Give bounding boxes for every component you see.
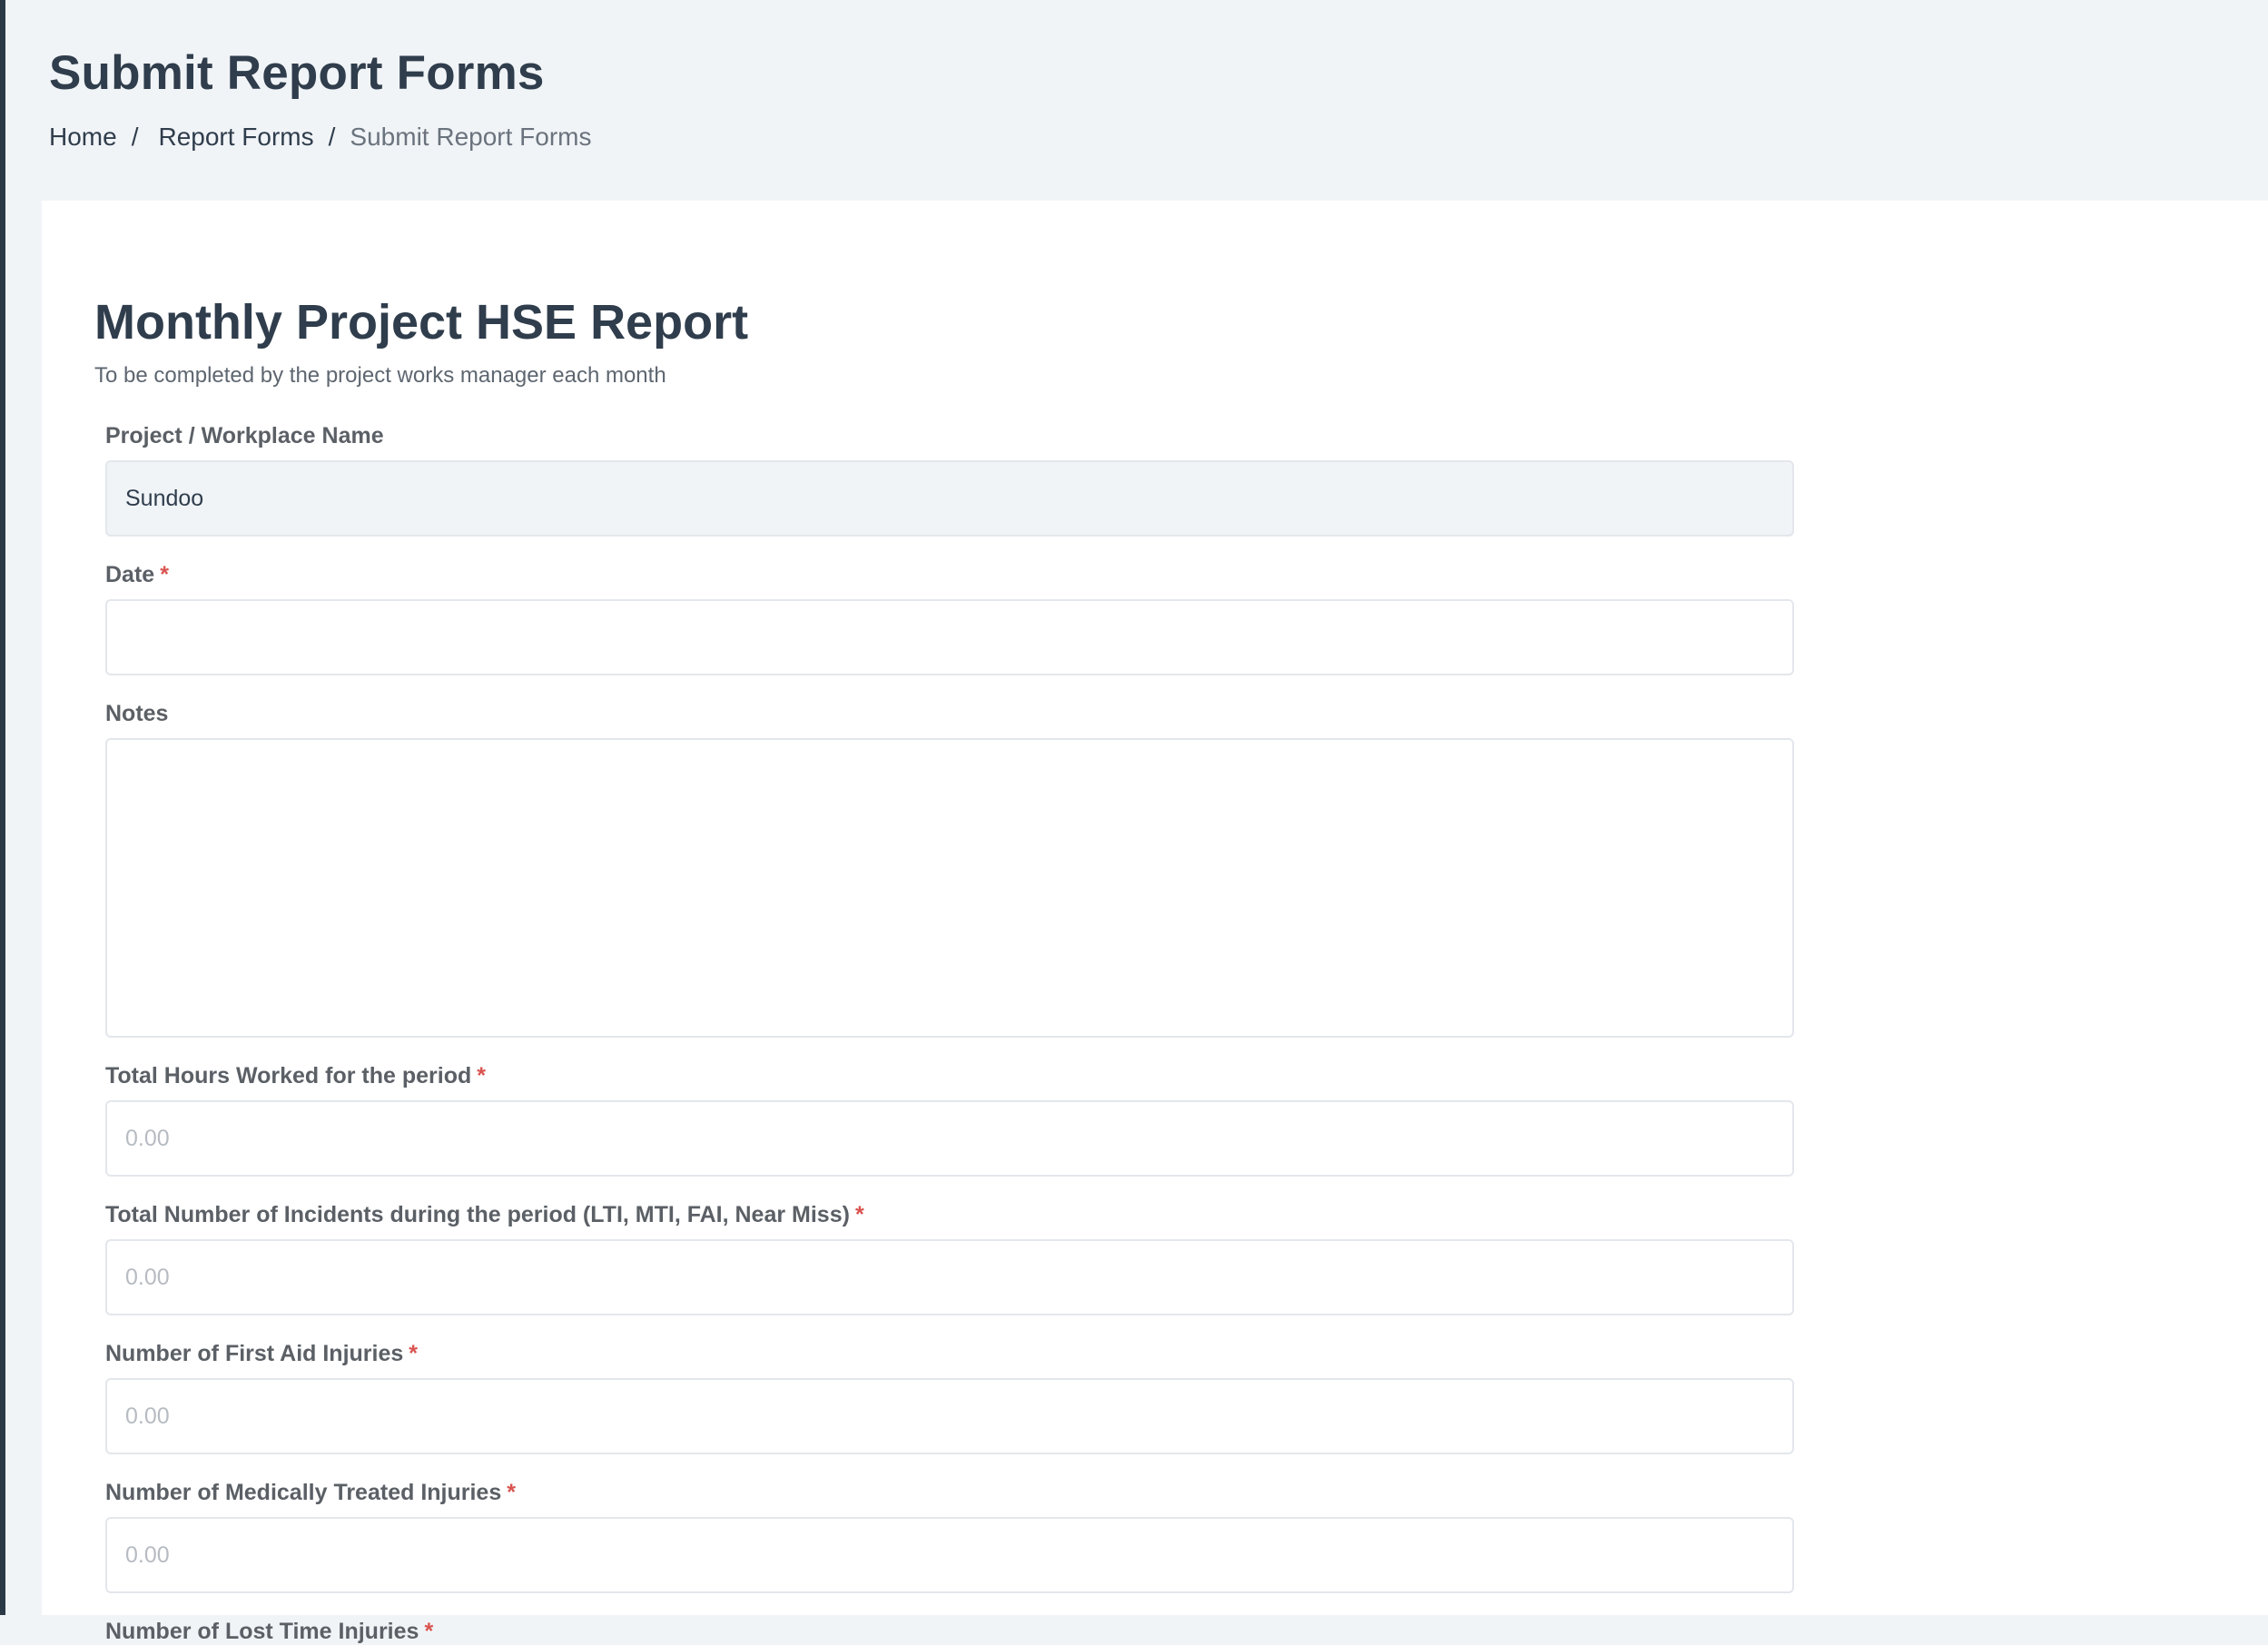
medically-treated-input[interactable] [105,1517,1794,1593]
total-incidents-input[interactable] [105,1239,1794,1315]
field-total-incidents: Total Number of Incidents during the per… [105,1202,1794,1315]
field-medically-treated: Number of Medically Treated Injuries* [105,1480,1794,1593]
total-hours-label: Total Hours Worked for the period* [105,1063,1794,1089]
required-marker: * [409,1341,418,1366]
required-marker: * [160,562,169,587]
notes-textarea[interactable] [105,738,1794,1038]
breadcrumb-separator: / [329,123,336,152]
medically-treated-label: Number of Medically Treated Injuries* [105,1480,1794,1506]
form-title: Monthly Project HSE Report [94,294,1838,350]
total-incidents-label: Total Number of Incidents during the per… [105,1202,1794,1228]
first-aid-input[interactable] [105,1378,1794,1454]
form-subtitle: To be completed by the project works man… [94,363,1838,389]
first-aid-label: Number of First Aid Injuries* [105,1341,1794,1367]
breadcrumb: Home / Report Forms / Submit Report Form… [49,123,2268,152]
total-hours-input[interactable] [105,1100,1794,1177]
required-marker: * [507,1480,516,1505]
page-header: Submit Report Forms Home / Report Forms … [49,45,2268,152]
notes-label: Notes [105,701,1794,727]
form-card: Monthly Project HSE Report To be complet… [42,201,2268,1615]
breadcrumb-home[interactable]: Home [49,123,117,152]
project-name-label: Project / Workplace Name [105,423,1794,449]
field-total-hours: Total Hours Worked for the period* [105,1063,1794,1177]
field-project-name: Project / Workplace Name [105,423,1794,537]
field-lost-time: Number of Lost Time Injuries* [105,1619,1794,1645]
project-name-input[interactable] [105,460,1794,537]
field-date: Date* [105,562,1794,675]
field-notes: Notes [105,701,1794,1038]
required-marker: * [855,1202,864,1227]
date-input[interactable] [105,599,1794,675]
breadcrumb-separator: / [132,123,139,152]
date-label: Date* [105,562,1794,588]
field-first-aid: Number of First Aid Injuries* [105,1341,1794,1454]
required-marker: * [424,1619,433,1644]
breadcrumb-report-forms[interactable]: Report Forms [158,123,313,152]
page-title: Submit Report Forms [49,45,2268,101]
left-sidebar-edge [0,0,5,1615]
lost-time-label: Number of Lost Time Injuries* [105,1619,1794,1645]
report-form: Monthly Project HSE Report To be complet… [94,294,1838,1645]
breadcrumb-current: Submit Report Forms [350,123,591,152]
required-marker: * [477,1063,486,1088]
